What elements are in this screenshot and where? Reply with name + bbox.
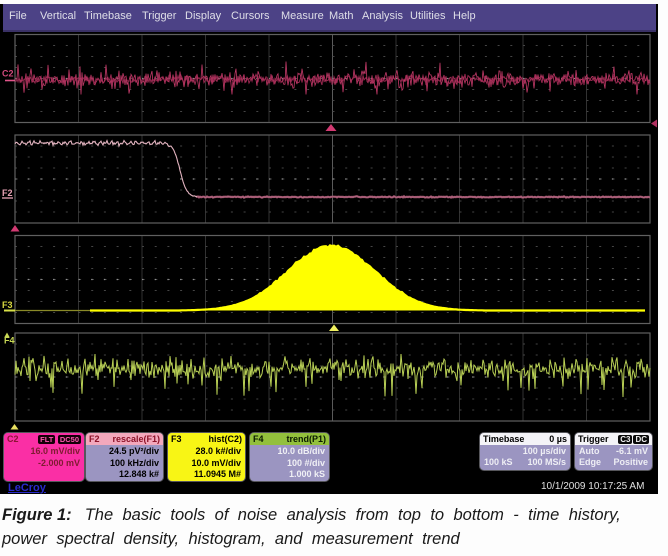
svg-text:F3: F3: [2, 300, 13, 310]
svg-text:C2: C2: [2, 69, 14, 79]
svg-text:F2: F2: [2, 188, 13, 198]
